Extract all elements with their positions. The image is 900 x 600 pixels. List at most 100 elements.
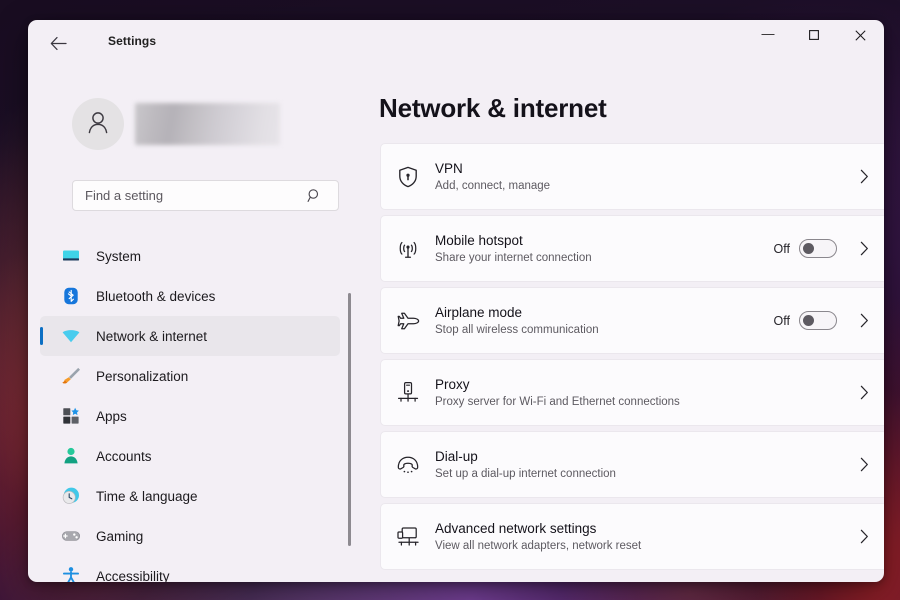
card-text: Airplane mode Stop all wireless communic… (435, 304, 774, 338)
sidebar-nav-list: System Bluetooth & devices (40, 236, 340, 582)
sidebar-item-network-internet[interactable]: Network & internet (40, 316, 340, 356)
card-text: Proxy Proxy server for Wi-Fi and Etherne… (435, 376, 853, 410)
back-button[interactable] (42, 28, 74, 58)
settings-card-advanced-network-settings[interactable]: Advanced network settings View all netwo… (380, 503, 884, 570)
minimize-icon: — (762, 27, 775, 40)
sidebar-item-label: Time & language (96, 489, 198, 504)
sidebar-item-label: Personalization (96, 369, 188, 384)
chevron-right-icon[interactable] (853, 313, 875, 328)
sidebar-item-apps[interactable]: Apps (40, 396, 340, 436)
settings-card-list: VPN Add, connect, manage (380, 143, 884, 575)
card-right (853, 529, 884, 544)
user-name-redacted (135, 103, 280, 145)
clock-globe-icon (60, 485, 82, 507)
proxy-server-icon (381, 380, 435, 406)
close-button[interactable] (837, 20, 883, 52)
minimize-button[interactable]: — (745, 20, 791, 52)
sidebar-item-accessibility[interactable]: Accessibility (40, 556, 340, 582)
card-subtitle: Set up a dial-up internet connection (435, 466, 853, 482)
settings-card-airplane-mode[interactable]: Airplane mode Stop all wireless communic… (380, 287, 884, 354)
sidebar-item-label: System (96, 249, 141, 264)
app-title: Settings (108, 34, 156, 48)
paintbrush-icon (60, 365, 82, 387)
toggle-knob (803, 243, 814, 254)
gamepad-icon (60, 525, 82, 547)
settings-card-dial-up[interactable]: Dial-up Set up a dial-up internet connec… (380, 431, 884, 498)
chevron-right-icon[interactable] (853, 169, 875, 184)
chevron-right-icon[interactable] (853, 457, 875, 472)
chevron-right-icon[interactable] (853, 385, 875, 400)
card-text: Advanced network settings View all netwo… (435, 520, 853, 554)
card-subtitle: Add, connect, manage (435, 178, 853, 194)
hotspot-broadcast-icon (381, 236, 435, 262)
card-title: Airplane mode (435, 304, 774, 321)
sidebar-item-accounts[interactable]: Accounts (40, 436, 340, 476)
shield-lock-icon (381, 165, 435, 189)
sidebar-item-gaming[interactable]: Gaming (40, 516, 340, 556)
sidebar-item-bluetooth-devices[interactable]: Bluetooth & devices (40, 276, 340, 316)
network-adapter-icon (381, 524, 435, 550)
sidebar-item-label: Apps (96, 409, 127, 424)
toggle-state-label: Off (774, 242, 790, 256)
settings-window: Settings — (28, 20, 884, 582)
card-title: Advanced network settings (435, 520, 853, 537)
bluetooth-icon (60, 285, 82, 307)
page-title: Network & internet (379, 93, 607, 124)
chevron-right-icon[interactable] (853, 241, 875, 256)
monitor-icon (60, 245, 82, 267)
sidebar-item-label: Bluetooth & devices (96, 289, 215, 304)
chevron-right-icon[interactable] (853, 529, 875, 544)
search-icon[interactable] (297, 188, 331, 203)
toggle-knob (803, 315, 814, 326)
close-icon (855, 30, 866, 43)
selection-accent-bar (40, 327, 43, 345)
settings-card-proxy[interactable]: Proxy Proxy server for Wi-Fi and Etherne… (380, 359, 884, 426)
person-icon (60, 445, 82, 467)
card-right (853, 169, 884, 184)
user-account-block[interactable] (72, 98, 280, 150)
sidebar-item-label: Gaming (96, 529, 143, 544)
card-text: Dial-up Set up a dial-up internet connec… (435, 448, 853, 482)
back-arrow-icon (50, 36, 67, 51)
toggle-state-label: Off (774, 314, 790, 328)
card-text: VPN Add, connect, manage (435, 160, 853, 194)
airplane-mode-toggle[interactable] (799, 311, 837, 330)
card-title: Mobile hotspot (435, 232, 774, 249)
search-box[interactable] (72, 180, 339, 211)
mobile-hotspot-toggle[interactable] (799, 239, 837, 258)
sidebar-item-time-language[interactable]: Time & language (40, 476, 340, 516)
sidebar-item-label: Accessibility (96, 569, 170, 583)
wifi-icon (60, 325, 82, 347)
sidebar-item-personalization[interactable]: Personalization (40, 356, 340, 396)
sidebar: System Bluetooth & devices (28, 66, 358, 582)
maximize-icon (809, 30, 819, 43)
airplane-icon (381, 308, 435, 334)
card-subtitle: Stop all wireless communication (435, 322, 774, 338)
apps-grid-icon (60, 405, 82, 427)
accessibility-icon (60, 565, 82, 582)
card-title: Dial-up (435, 448, 853, 465)
card-right (853, 385, 884, 400)
settings-card-mobile-hotspot[interactable]: Mobile hotspot Share your internet conne… (380, 215, 884, 282)
card-right: Off (774, 311, 884, 330)
sidebar-item-label: Accounts (96, 449, 152, 464)
sidebar-scrollbar[interactable] (348, 293, 351, 546)
sidebar-item-label: Network & internet (96, 329, 207, 344)
maximize-button[interactable] (791, 20, 837, 52)
card-title: Proxy (435, 376, 853, 393)
card-right: Off (774, 239, 884, 258)
title-bar: Settings — (28, 20, 884, 66)
card-subtitle: Share your internet connection (435, 250, 774, 266)
sidebar-item-system[interactable]: System (40, 236, 340, 276)
avatar (72, 98, 124, 150)
person-avatar-icon (84, 108, 112, 141)
dialup-phone-icon (381, 452, 435, 478)
settings-card-vpn[interactable]: VPN Add, connect, manage (380, 143, 884, 210)
card-text: Mobile hotspot Share your internet conne… (435, 232, 774, 266)
card-subtitle: View all network adapters, network reset (435, 538, 853, 554)
card-right (853, 457, 884, 472)
main-content: Network & internet VPN Add, connect, man… (358, 66, 884, 582)
card-subtitle: Proxy server for Wi-Fi and Ethernet conn… (435, 394, 853, 410)
search-input[interactable] (85, 188, 297, 203)
card-title: VPN (435, 160, 853, 177)
